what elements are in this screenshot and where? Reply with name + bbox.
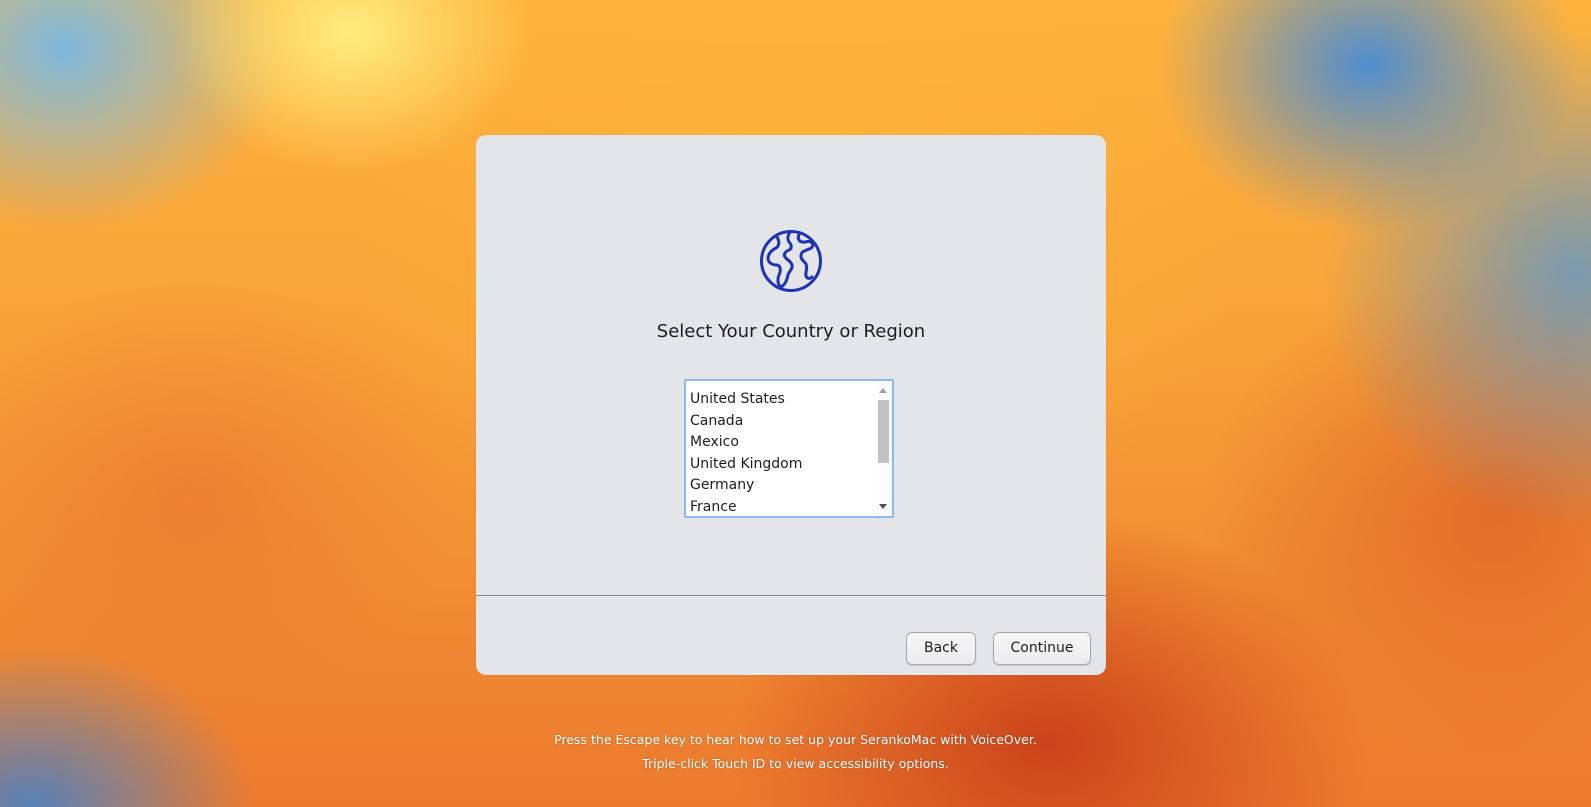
setup-dialog: Select Your Country or Region United Sta… — [476, 135, 1106, 675]
list-item[interactable]: France — [690, 497, 802, 519]
list-item[interactable]: United Kingdom — [690, 454, 802, 476]
continue-button[interactable]: Continue — [993, 632, 1091, 665]
list-item[interactable]: Canada — [690, 411, 802, 433]
scroll-down-arrow-icon[interactable] — [879, 504, 887, 509]
list-item[interactable]: Mexico — [690, 432, 802, 454]
scrollbar-thumb[interactable] — [878, 400, 889, 463]
footer-divider — [476, 595, 1106, 596]
setup-assistant-screen: { "dialog": { "icon": "globe-icon", "tit… — [0, 0, 1591, 807]
list-item[interactable]: United States — [690, 389, 802, 411]
back-button[interactable]: Back — [906, 632, 976, 665]
list-item[interactable]: Germany — [690, 475, 802, 497]
list-scrollbar[interactable] — [875, 382, 891, 515]
scroll-up-arrow-icon[interactable] — [879, 388, 887, 393]
country-list: United States Canada Mexico United Kingd… — [690, 389, 802, 519]
voiceover-hint: Press the Escape key to hear how to set … — [554, 732, 1037, 747]
globe-icon — [760, 230, 822, 292]
accessibility-hint: Triple-click Touch ID to view accessibil… — [642, 756, 949, 771]
country-listbox[interactable]: United States Canada Mexico United Kingd… — [684, 379, 894, 518]
page-title: Select Your Country or Region — [656, 321, 926, 342]
